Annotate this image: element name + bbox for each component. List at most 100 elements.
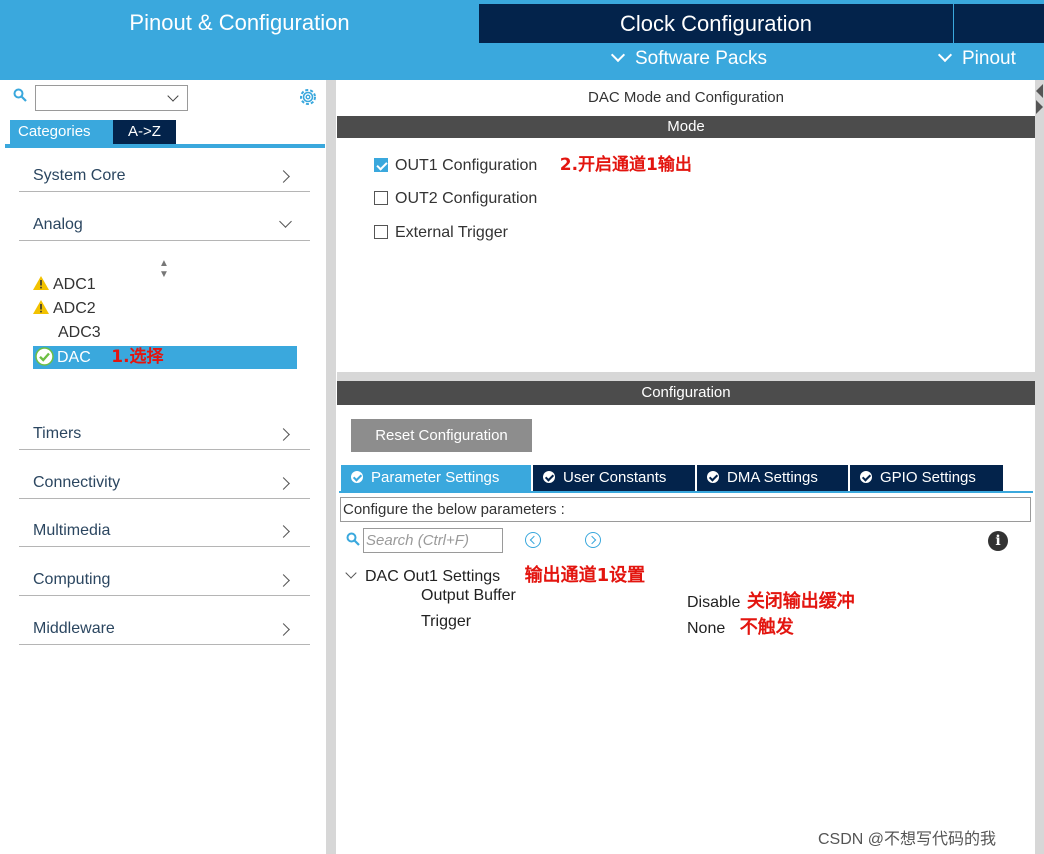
parameter-search-input[interactable]: Search (Ctrl+F): [363, 528, 503, 553]
param-output-buffer-name: Output Buffer: [421, 587, 516, 604]
category-label: Multimedia: [33, 522, 111, 539]
panel-splitter-horizontal[interactable]: [337, 372, 1035, 381]
chevron-right-icon: [277, 170, 290, 183]
periph-label: DAC: [57, 349, 91, 366]
periph-label: ADC2: [53, 300, 96, 317]
param-trigger-value[interactable]: None 不触发: [687, 613, 794, 639]
chevron-down-icon: [610, 47, 626, 63]
category-label: Middleware: [33, 620, 115, 637]
checkbox-external-trigger[interactable]: External Trigger: [374, 223, 508, 243]
info-icon[interactable]: i: [988, 531, 1008, 551]
tabs-underline: [339, 491, 1033, 493]
periph-adc2[interactable]: ADC2: [33, 298, 96, 320]
chevron-down-icon: [937, 47, 953, 63]
category-middleware[interactable]: Middleware: [19, 615, 310, 645]
mode-header-bar: Mode: [337, 116, 1035, 138]
check-circle-icon: [707, 471, 719, 483]
check-circle-icon: [351, 471, 363, 483]
right-collapse-strip: [1035, 80, 1044, 854]
category-analog[interactable]: Analog: [19, 211, 310, 241]
chevron-right-icon: [277, 525, 290, 538]
periph-adc1[interactable]: ADC1: [33, 274, 96, 296]
annotation-select: 1.选择: [111, 347, 164, 367]
checkbox-unchecked[interactable]: [374, 225, 388, 239]
expand-right-icon[interactable]: [1036, 100, 1043, 114]
category-label: Timers: [33, 425, 82, 442]
category-multimedia[interactable]: Multimedia: [19, 517, 310, 547]
mode-panel-title: DAC Mode and Configuration: [588, 89, 784, 106]
annotation-no-trigger: 不触发: [739, 617, 794, 638]
periph-label: ADC1: [53, 276, 96, 293]
checkbox-label: OUT1 Configuration: [395, 157, 538, 174]
pinout-menu[interactable]: Pinout: [937, 47, 1016, 70]
tab-clock-configuration[interactable]: Clock Configuration: [479, 4, 953, 43]
watermark: CSDN @不想写代码的我: [818, 831, 997, 848]
category-label: Analog: [33, 216, 83, 233]
chevron-down-icon: [167, 90, 179, 102]
tab-parameter-settings[interactable]: Parameter Settings: [341, 465, 531, 491]
reset-configuration-button[interactable]: Reset Configuration: [351, 419, 532, 452]
param-value: None: [687, 620, 726, 637]
param-value: Disable: [687, 594, 741, 611]
category-system-core[interactable]: System Core: [19, 162, 310, 192]
periph-dac[interactable]: DAC 1.选择: [33, 346, 297, 369]
category-label: System Core: [33, 167, 126, 184]
warning-icon: [33, 276, 49, 290]
next-match-icon[interactable]: [585, 532, 601, 548]
periph-label: ADC3: [58, 324, 101, 341]
tab-a-to-z[interactable]: A->Z: [113, 120, 176, 144]
search-icon[interactable]: [13, 88, 27, 102]
mode-panel: DAC Mode and Configuration Mode OUT1 Con…: [337, 80, 1035, 372]
parameters-caption: Configure the below parameters :: [340, 497, 1031, 522]
previous-match-icon[interactable]: [525, 532, 541, 548]
warning-icon: [33, 300, 49, 314]
tab-gpio-settings[interactable]: GPIO Settings: [850, 465, 1003, 491]
tab-categories[interactable]: Categories: [10, 120, 113, 144]
tab-extra[interactable]: [954, 4, 1044, 43]
tab-label: User Constants: [563, 469, 667, 486]
check-circle-icon: [543, 471, 555, 483]
tabs-underline: [5, 144, 325, 148]
chevron-right-icon: [277, 477, 290, 490]
chevron-down-icon: [279, 215, 292, 228]
periph-adc3[interactable]: ADC3: [33, 322, 101, 344]
search-icon: [346, 532, 360, 546]
checkbox-out1-configuration[interactable]: OUT1 Configuration 2.开启通道1输出: [374, 155, 692, 175]
category-connectivity[interactable]: Connectivity: [19, 469, 310, 499]
tab-pinout-configuration[interactable]: Pinout & Configuration: [0, 0, 479, 43]
annotation-disable-buffer: 关闭输出缓冲: [746, 591, 855, 612]
annotation-enable-out1: 2.开启通道1输出: [559, 155, 692, 175]
chevron-down-icon: [345, 567, 357, 579]
param-output-buffer-value[interactable]: Disable 关闭输出缓冲: [687, 587, 855, 613]
checkbox-label: OUT2 Configuration: [395, 190, 538, 207]
software-packs-label: Software Packs: [635, 48, 767, 69]
param-trigger-name: Trigger: [421, 613, 472, 630]
collapse-left-icon[interactable]: [1036, 84, 1043, 98]
category-computing[interactable]: Computing: [19, 566, 310, 596]
sort-icon[interactable]: ▲ ▼: [159, 258, 169, 280]
chevron-right-icon: [277, 623, 290, 636]
group-dac-out1-settings[interactable]: DAC Out1 Settings 输出通道1设置: [345, 561, 646, 587]
left-panel: Categories A->Z System Core Analog ▲ ▼ AD…: [5, 80, 325, 854]
tab-dma-settings[interactable]: DMA Settings: [697, 465, 848, 491]
tab-user-constants[interactable]: User Constants: [533, 465, 695, 491]
panel-splitter[interactable]: [326, 80, 336, 854]
checkbox-out2-configuration[interactable]: OUT2 Configuration: [374, 189, 537, 209]
gear-icon[interactable]: [297, 86, 319, 108]
chevron-right-icon: [277, 428, 290, 441]
category-timers[interactable]: Timers: [19, 420, 310, 450]
tab-label: DMA Settings: [727, 469, 818, 486]
software-packs-menu[interactable]: Software Packs: [610, 47, 767, 70]
tab-label: GPIO Settings: [880, 469, 976, 486]
category-label: Connectivity: [33, 474, 121, 491]
checkbox-unchecked[interactable]: [374, 191, 388, 205]
group-label: DAC Out1 Settings: [365, 568, 501, 585]
checkbox-checked[interactable]: [374, 158, 388, 172]
chevron-right-icon: [277, 574, 290, 587]
annotation-out1-settings: 输出通道1设置: [524, 565, 646, 586]
check-circle-icon: [860, 471, 872, 483]
top-header: Pinout & Configuration Clock Configurati…: [0, 0, 1044, 80]
category-label: Computing: [33, 571, 111, 588]
search-combobox[interactable]: [35, 85, 188, 111]
tab-label: Parameter Settings: [371, 469, 500, 486]
